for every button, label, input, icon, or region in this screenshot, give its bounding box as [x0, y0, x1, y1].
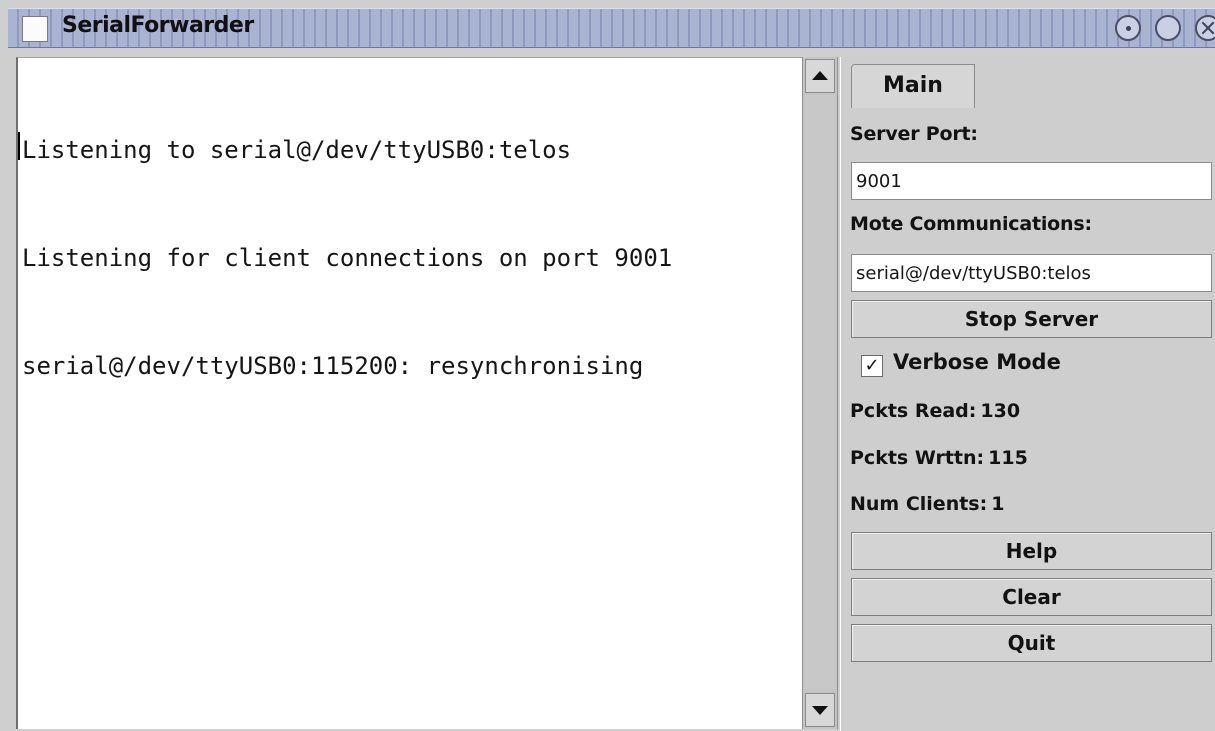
- log-line: serial@/dev/ttyUSB0:115200: resynchronis…: [22, 352, 644, 380]
- close-icon[interactable]: [1195, 15, 1215, 41]
- help-button[interactable]: Help: [851, 532, 1212, 570]
- title-bar[interactable]: SerialForwarder: [8, 8, 1215, 48]
- minimize-icon[interactable]: [1115, 15, 1141, 41]
- pckts-read-stat: Pckts Read: 130: [850, 400, 1020, 422]
- server-port-label: Server Port:: [850, 123, 978, 145]
- pckts-written-label: Pckts Wrttn:: [850, 447, 985, 469]
- scroll-up-button[interactable]: [805, 59, 835, 93]
- server-port-input[interactable]: [851, 162, 1212, 200]
- arrow-up-icon: [812, 71, 828, 80]
- num-clients-stat: Num Clients: 1: [850, 493, 1004, 515]
- verbose-mode-label: Verbose Mode: [893, 350, 1061, 374]
- num-clients-label: Num Clients:: [850, 493, 988, 515]
- mote-communications-label: Mote Communications:: [850, 213, 1092, 235]
- log-line: Listening for client connections on port…: [22, 244, 673, 272]
- num-clients-value: 1: [991, 493, 1005, 515]
- pckts-read-label: Pckts Read:: [850, 400, 977, 422]
- serial-forwarder-window: SerialForwarder Listening to serial@/dev…: [0, 0, 1215, 731]
- pckts-read-value: 130: [980, 400, 1021, 422]
- tab-main[interactable]: Main: [851, 64, 975, 108]
- arrow-down-icon: [812, 706, 828, 715]
- log-line: Listening to serial@/dev/ttyUSB0:telos: [22, 136, 572, 164]
- pckts-written-value: 115: [988, 447, 1028, 469]
- scroll-down-button[interactable]: [805, 693, 835, 727]
- log-text-area[interactable]: Listening to serial@/dev/ttyUSB0:telos L…: [16, 57, 802, 729]
- maximize-icon[interactable]: [1155, 15, 1181, 41]
- pckts-written-stat: Pckts Wrttn: 115: [850, 447, 1028, 469]
- window-title: SerialForwarder: [62, 13, 254, 38]
- stop-server-button[interactable]: Stop Server: [851, 300, 1212, 338]
- quit-button[interactable]: Quit: [851, 624, 1212, 662]
- clear-button[interactable]: Clear: [851, 578, 1212, 616]
- document-icon: [22, 16, 48, 42]
- vertical-scrollbar[interactable]: [802, 57, 838, 729]
- mote-communications-input[interactable]: [851, 254, 1212, 292]
- scroll-track[interactable]: [805, 95, 835, 689]
- text-caret: [18, 132, 20, 160]
- control-panel: Main Server Port: Mote Communications: S…: [840, 57, 1215, 731]
- verbose-mode-checkbox[interactable]: ✓: [861, 355, 883, 377]
